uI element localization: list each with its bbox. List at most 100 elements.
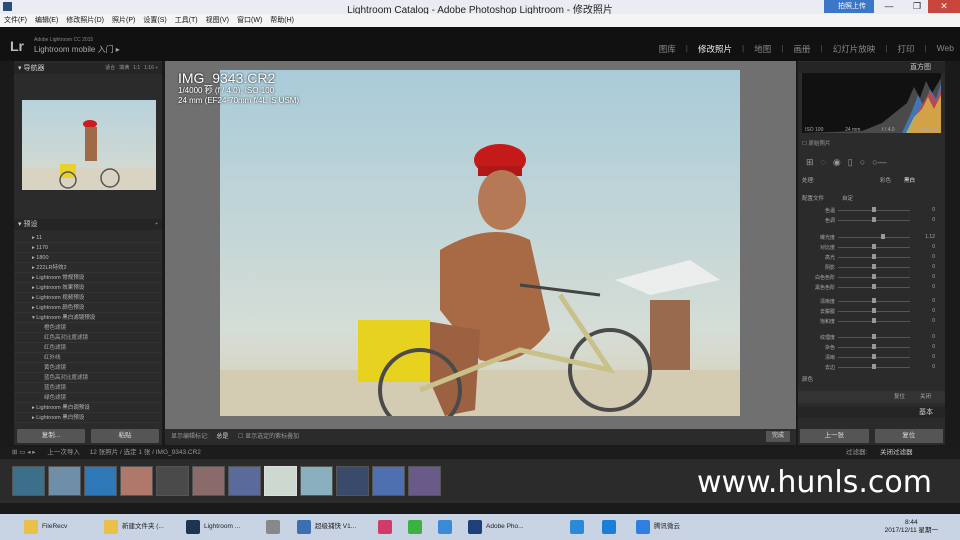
- taskbar-app[interactable]: [598, 517, 624, 537]
- filmstrip-thumbnail[interactable]: [84, 466, 117, 496]
- filmstrip-thumbnail[interactable]: [228, 466, 261, 496]
- slider-knob[interactable]: [872, 354, 876, 359]
- slider-value[interactable]: 0: [932, 284, 935, 290]
- taskbar-app[interactable]: 腾讯微云: [632, 517, 708, 537]
- slider-knob[interactable]: [872, 318, 876, 323]
- module-1[interactable]: 修改照片: [698, 43, 732, 55]
- slider-knob[interactable]: [872, 207, 876, 212]
- slider-value[interactable]: 0: [932, 254, 935, 260]
- slider-knob[interactable]: [880, 234, 885, 239]
- reset-link[interactable]: 复位: [894, 391, 905, 403]
- mobile-link[interactable]: Lightroom mobile 入门 ▸: [34, 44, 120, 55]
- slider-knob[interactable]: [872, 344, 876, 349]
- preset-item[interactable]: ▸ Lightroom 黑白调预设: [14, 403, 162, 413]
- taskbar-app[interactable]: [404, 517, 430, 537]
- preset-item[interactable]: ▸ Lightroom 颜色预设: [14, 303, 162, 313]
- close-link[interactable]: 关闭: [920, 391, 931, 403]
- add-preset-icon[interactable]: +: [155, 219, 158, 230]
- menu-item[interactable]: 视图(V): [206, 14, 229, 27]
- slider-knob[interactable]: [872, 274, 876, 279]
- toolbar-mode-select[interactable]: 总是: [216, 434, 228, 440]
- filmstrip-thumbnail[interactable]: [192, 466, 225, 496]
- filmstrip-thumbnail[interactable]: [264, 466, 297, 496]
- spot-removal-icon[interactable]: ◌: [821, 157, 826, 167]
- profile-select[interactable]: 自定: [842, 194, 853, 202]
- checkbox-icon[interactable]: ☐: [238, 434, 243, 440]
- red-eye-icon[interactable]: ◉: [833, 157, 841, 167]
- preset-item[interactable]: 红色高对比度滤镜: [14, 333, 162, 343]
- preset-item[interactable]: ▸ Lightroom 效果预设: [14, 283, 162, 293]
- taskbar-app[interactable]: Lightroom ...: [182, 517, 258, 537]
- crop-icon[interactable]: ⊞: [806, 157, 814, 167]
- taskbar-app[interactable]: [374, 517, 400, 537]
- menu-item[interactable]: 编辑(E): [35, 14, 58, 27]
- preset-item[interactable]: ▸ Lightroom 视频预设: [14, 293, 162, 303]
- taskbar-app[interactable]: [566, 517, 592, 537]
- slider-knob[interactable]: [872, 364, 876, 369]
- preset-item[interactable]: ▸ Lightroom 常规预设: [14, 273, 162, 283]
- previous-button[interactable]: 上一张: [800, 429, 869, 443]
- slider-value[interactable]: 0: [932, 354, 935, 360]
- slider-value[interactable]: 0: [932, 207, 935, 213]
- filmstrip-thumbnail[interactable]: [12, 466, 45, 496]
- module-5[interactable]: 打印: [897, 43, 914, 55]
- preset-item[interactable]: ▸ 1800: [14, 253, 162, 263]
- filmstrip-thumbnail[interactable]: [156, 466, 189, 496]
- preset-item[interactable]: 蓝色高对比度滤镜: [14, 373, 162, 383]
- menu-item[interactable]: 设置(S): [143, 14, 166, 27]
- filmstrip-thumbnail[interactable]: [48, 466, 81, 496]
- module-3[interactable]: 画册: [793, 43, 810, 55]
- slider-value[interactable]: 0: [932, 364, 935, 370]
- slider-knob[interactable]: [872, 217, 876, 222]
- filter-select[interactable]: 关闭过滤器: [880, 447, 913, 459]
- slider-knob[interactable]: [872, 298, 876, 303]
- filmstrip-thumbnail[interactable]: [120, 466, 153, 496]
- slider-value[interactable]: 0: [932, 344, 935, 350]
- taskbar-app[interactable]: [434, 517, 460, 537]
- preset-item[interactable]: 黄色滤镜: [14, 363, 162, 373]
- menu-item[interactable]: 文件(F): [4, 14, 27, 27]
- preset-item[interactable]: 绿色滤镜: [14, 393, 162, 403]
- preset-item[interactable]: ▸ Lightroom 黑白预设: [14, 413, 162, 423]
- basic-section-header[interactable]: 基本: [798, 407, 945, 418]
- grid-icon[interactable]: ⊞ ▭ ◂ ▸: [12, 449, 36, 456]
- main-photo[interactable]: [220, 70, 740, 416]
- histogram-header[interactable]: 直方图: [798, 62, 945, 73]
- paste-settings-button[interactable]: 粘贴: [91, 429, 159, 443]
- taskbar-app[interactable]: 超级捕快 V1...: [293, 517, 369, 537]
- preset-item[interactable]: ▸ 11: [14, 233, 162, 243]
- preset-item[interactable]: 橙色滤镜: [14, 323, 162, 333]
- navigator-zoom-option[interactable]: 填满: [119, 65, 129, 71]
- menu-item[interactable]: 工具(T): [175, 14, 198, 27]
- maximize-icon[interactable]: ❐: [904, 0, 930, 13]
- radial-filter-icon[interactable]: ○: [860, 157, 865, 167]
- preset-item[interactable]: ▸ 1170: [14, 243, 162, 253]
- navigator-preview[interactable]: [22, 100, 156, 190]
- preset-item[interactable]: ▾ Lightroom 黑白滤镜预设: [14, 313, 162, 323]
- taskbar-app[interactable]: 新建文件夹 (...: [100, 517, 176, 537]
- slider-track[interactable]: [838, 237, 910, 238]
- navigator-zoom-option[interactable]: 1:1: [133, 65, 140, 71]
- brush-icon[interactable]: ○—: [872, 157, 886, 167]
- slider-value[interactable]: 0: [932, 308, 935, 314]
- taskbar-app[interactable]: Adobe Pho...: [464, 517, 556, 537]
- filmstrip-thumbnail[interactable]: [336, 466, 369, 496]
- slider-knob[interactable]: [872, 264, 876, 269]
- slider-value[interactable]: 0: [932, 274, 935, 280]
- slider-value[interactable]: 0: [932, 244, 935, 250]
- slider-value[interactable]: 0: [932, 334, 935, 340]
- module-6[interactable]: Web: [937, 43, 954, 55]
- slider-knob[interactable]: [872, 254, 876, 259]
- clock[interactable]: 8:44 2017/12/11 星期一: [885, 519, 938, 535]
- slider-knob[interactable]: [872, 244, 876, 249]
- menu-item[interactable]: 照片(P): [112, 14, 135, 27]
- menu-item[interactable]: 帮助(H): [270, 14, 294, 27]
- filmstrip-thumbnail[interactable]: [372, 466, 405, 496]
- navigator-header[interactable]: ▾ 导航器 适合 填满 1:1 1:16 ÷: [14, 63, 162, 74]
- navigator-zoom-option[interactable]: 适合: [105, 65, 115, 71]
- preset-item[interactable]: 蓝色滤镜: [14, 383, 162, 393]
- slider-knob[interactable]: [872, 308, 876, 313]
- slider-value[interactable]: 0: [932, 264, 935, 270]
- show-original[interactable]: ☐ 原始照片: [802, 139, 830, 147]
- module-4[interactable]: 幻灯片放映: [833, 43, 876, 55]
